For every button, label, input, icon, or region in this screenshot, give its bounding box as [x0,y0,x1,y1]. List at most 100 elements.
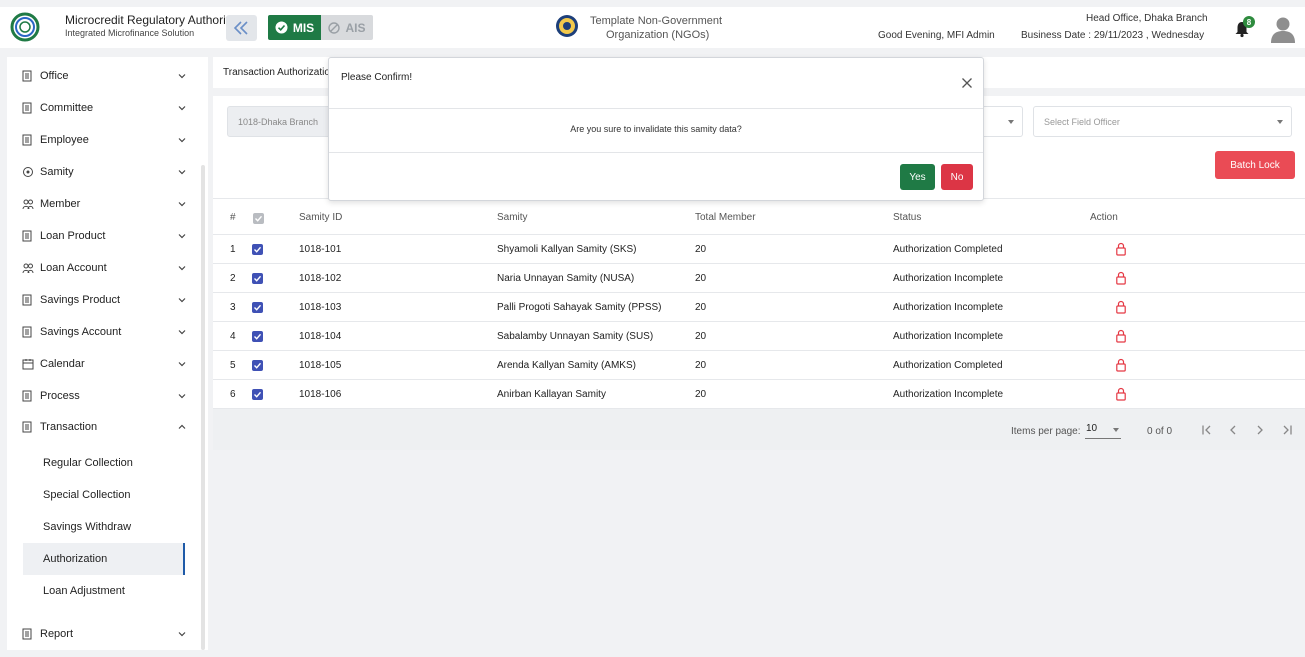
sidebar-item-label: Report [40,628,74,640]
savings-account-icon [22,326,32,338]
samity-id-cell: 1018-101 [299,244,342,255]
samity-id-cell: 1018-103 [299,302,342,313]
sidebar-item-calendar[interactable]: Calendar [7,348,197,380]
yes-button[interactable]: Yes [900,164,935,190]
row-checkbox[interactable] [252,331,263,342]
employee-icon [22,134,32,146]
confirm-dialog: Please Confirm! Are you sure to invalida… [328,57,984,201]
sidebar-item-office[interactable]: Office [7,60,197,92]
lock-icon[interactable] [1116,242,1126,256]
chevron-down-icon [178,266,186,271]
calendar-icon [22,359,34,370]
status-cell: Authorization Incomplete [893,302,1004,313]
org-name-line1: Template Non-Government [590,15,723,27]
sidebar-item-samity[interactable]: Samity [7,156,197,188]
table-row: 3 1018-103 Palli Progoti Sahayak Samity … [213,293,1305,322]
close-icon[interactable] [961,77,973,89]
sidebar-subitem-loan-adjustment[interactable]: Loan Adjustment [23,575,185,607]
samity-select[interactable] [983,106,1023,137]
check-icon [254,275,262,282]
sidebar-collapse-button[interactable] [226,15,257,41]
next-page-button[interactable] [1252,422,1268,438]
col-header-number: # [230,212,236,223]
items-per-page-select[interactable]: 10 [1085,423,1121,439]
table-row: 1 1018-101 Shyamoli Kallyan Samity (SKS)… [213,235,1305,264]
status-cell: Authorization Completed [893,244,1003,255]
sidebar-item-transaction[interactable]: Transaction [7,411,197,443]
app-header: Microcredit Regulatory Authority Integra… [0,7,1305,48]
dialog-divider [329,108,983,109]
sidebar-item-process[interactable]: Process [7,380,197,412]
total-member-cell: 20 [695,273,707,284]
user-avatar-icon[interactable] [1270,15,1296,43]
status-cell: Authorization Incomplete [893,389,1004,400]
field-officer-placeholder: Select Field Officer [1044,116,1120,127]
row-checkbox[interactable] [252,244,263,255]
lock-icon[interactable] [1116,358,1126,372]
check-icon [254,246,262,253]
chevron-right-icon [1257,425,1263,435]
sidebar-item-label: Process [40,390,80,402]
branch-select[interactable]: 1018-Dhaka Branch [227,106,341,137]
col-header-samity: Samity [497,212,528,223]
sidebar-item-loan-account[interactable]: Loan Account [7,252,197,284]
sidebar-subitem-authorization[interactable]: Authorization [23,543,185,575]
no-button[interactable]: No [941,164,973,190]
sidebar-item-loan-product[interactable]: Loan Product [7,220,197,252]
sidebar-item-label: Savings Product [40,294,121,306]
total-member-cell: 20 [695,302,707,313]
status-cell: Authorization Completed [893,360,1003,371]
check-icon [254,362,262,369]
page-range: 0 of 0 [1147,426,1173,437]
ais-toggle-button[interactable]: AIS [321,15,373,40]
samity-id-cell: 1018-102 [299,273,342,284]
row-checkbox[interactable] [252,389,263,400]
lock-icon[interactable] [1116,271,1126,285]
sidebar-item-label: Transaction [40,421,98,433]
lock-icon[interactable] [1116,387,1126,401]
paginator: Items per page: 10 0 of 0 [213,409,1305,450]
select-all-checkbox[interactable] [253,213,264,224]
check-icon [255,215,263,222]
branch-value: 1018-Dhaka Branch [238,116,319,127]
first-page-button[interactable] [1199,422,1215,438]
sidebar-scrollbar[interactable] [201,165,205,650]
ais-label: AIS [345,20,366,35]
sidebar-item-member[interactable]: Member [7,188,197,220]
sidebar-item-employee[interactable]: Employee [7,124,197,156]
sidebar: Office Committee Employee Samity Member … [7,57,208,650]
chevron-down-icon [178,106,186,111]
transaction-icon [22,421,32,433]
mis-toggle-button[interactable]: MIS [268,15,321,40]
sidebar-item-report[interactable]: Report [7,618,197,650]
sidebar-subitem-special-collection[interactable]: Special Collection [23,479,185,511]
sidebar-item-savings-product[interactable]: Savings Product [7,284,197,316]
loan-product-icon [22,230,32,242]
last-page-button[interactable] [1279,422,1295,438]
batch-lock-button[interactable]: Batch Lock [1215,151,1295,179]
field-officer-select[interactable]: Select Field Officer [1033,106,1292,137]
sidebar-item-label: Loan Product [40,230,106,242]
brand-subtitle: Integrated Microfinance Solution [65,28,195,38]
samity-name-cell: Naria Unnayan Samity (NUSA) [497,273,635,284]
sidebar-item-savings-account[interactable]: Savings Account [7,316,197,348]
row-checkbox[interactable] [252,360,263,371]
loan-account-icon [22,263,34,274]
lock-icon[interactable] [1116,329,1126,343]
row-checkbox[interactable] [252,273,263,284]
check-icon [254,391,262,398]
col-header-total-member: Total Member [695,212,756,223]
sidebar-subitem-savings-withdraw[interactable]: Savings Withdraw [23,511,185,543]
col-header-action: Action [1090,212,1118,223]
row-checkbox[interactable] [252,302,263,313]
sidebar-subitem-label: Regular Collection [43,457,133,469]
greeting-text: Good Evening, MFI Admin [878,30,995,41]
table-row: 6 1018-106 Anirban Kallayan Samity 20 Au… [213,380,1305,409]
lock-icon[interactable] [1116,300,1126,314]
emblem-icon [556,15,578,37]
double-chevron-left-icon [233,21,248,35]
previous-page-button[interactable] [1225,422,1241,438]
notification-badge: 8 [1243,16,1255,28]
sidebar-item-committee[interactable]: Committee [7,92,197,124]
sidebar-subitem-regular-collection[interactable]: Regular Collection [23,447,185,479]
